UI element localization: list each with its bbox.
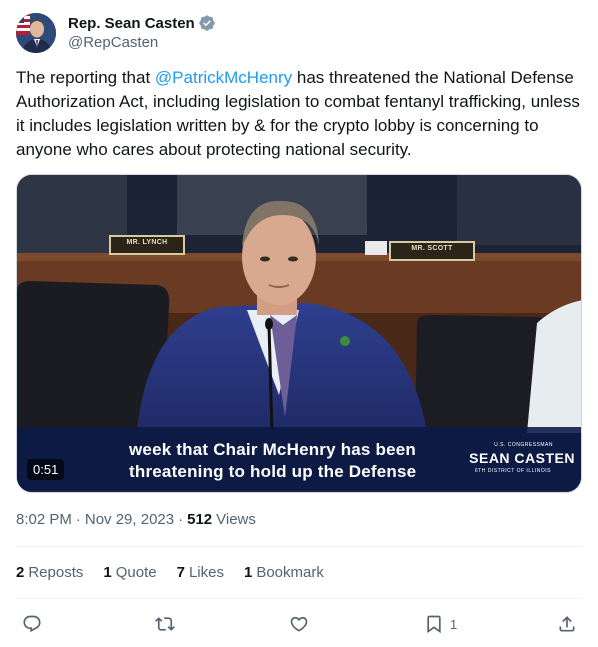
bookmark-icon — [427, 615, 441, 634]
action-bar: 1 — [16, 610, 582, 638]
views-count: 512 — [187, 510, 213, 528]
tweet-text-before: The reporting that — [16, 68, 155, 87]
nameplate-right: MR. SCOTT — [411, 245, 453, 252]
tweet-date[interactable]: Nov 29, 2023 — [85, 511, 174, 528]
heart-icon — [290, 616, 308, 632]
tweet-text: The reporting that @PatrickMcHenry has t… — [16, 66, 582, 162]
quote-stat[interactable]: 1 Quote — [103, 564, 156, 581]
caption-line-2: threatening to hold up the Defense — [129, 462, 417, 481]
bookmark-stat[interactable]: 1 Bookmark — [244, 564, 324, 581]
repost-icon — [155, 617, 175, 631]
bookmark-button[interactable]: 1 — [424, 610, 457, 638]
divider — [16, 598, 582, 599]
meta-separator: · — [75, 510, 81, 528]
reply-button[interactable] — [22, 610, 42, 638]
author-display-name[interactable]: Rep. Sean Casten — [68, 15, 195, 32]
brand-name: SEAN CASTEN — [469, 450, 575, 466]
engagement-stats: 2 Reposts 1 Quote 7 Likes 1 Bookmark — [16, 562, 344, 582]
tweet-meta: 8:02 PM · Nov 29, 2023 · 512 Views — [16, 509, 256, 529]
caption-line-1: week that Chair McHenry has been — [129, 440, 416, 459]
tweet-header: Rep. Sean Casten @RepCasten — [16, 12, 582, 54]
share-icon — [559, 616, 575, 632]
video-player[interactable]: MR. LYNCH MR. SCOTT week that Chair McHe… — [16, 174, 582, 493]
nameplate-left: MR. LYNCH — [126, 239, 168, 246]
divider — [16, 546, 582, 547]
tweet-time[interactable]: 8:02 PM — [16, 511, 72, 528]
bookmark-count: 1 — [450, 616, 458, 632]
video-duration: 0:51 — [27, 459, 65, 480]
like-button[interactable] — [289, 610, 309, 638]
verified-badge-icon[interactable] — [198, 14, 216, 32]
repost-button[interactable] — [155, 610, 175, 638]
meta-separator: · — [178, 510, 184, 528]
brand-top-text: U.S. CONGRESSMAN — [494, 442, 553, 448]
views-label: Views — [216, 510, 256, 528]
share-button[interactable] — [557, 610, 577, 638]
reply-icon — [23, 615, 41, 633]
author-handle[interactable]: @RepCasten — [68, 33, 216, 53]
reposts-stat[interactable]: 2 Reposts — [16, 564, 83, 581]
mention-link[interactable]: @PatrickMcHenry — [155, 68, 292, 87]
brand-bottom-text: 6TH DISTRICT OF ILLINOIS — [474, 468, 551, 474]
likes-stat[interactable]: 7 Likes — [177, 564, 224, 581]
avatar[interactable] — [16, 13, 56, 53]
